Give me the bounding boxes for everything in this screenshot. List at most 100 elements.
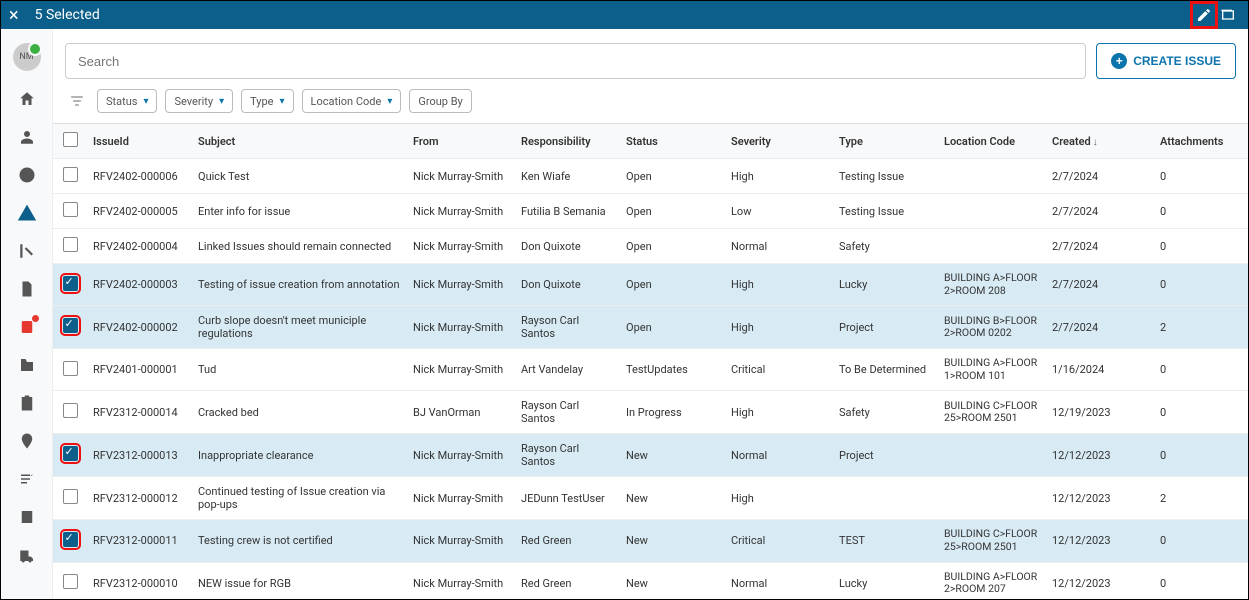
cell-from: Nick Murray-Smith — [407, 434, 515, 477]
cell-issue-id: RFV2312-000010 — [87, 562, 192, 599]
cell-subject: Enter info for issue — [192, 194, 407, 229]
ruler-icon[interactable] — [17, 241, 37, 261]
row-checkbox[interactable] — [63, 532, 78, 547]
column-header-from[interactable]: From — [407, 124, 515, 159]
close-icon[interactable]: × — [9, 5, 19, 26]
table-row[interactable]: RFV2402-000004Linked Issues should remai… — [53, 229, 1248, 264]
cell-issue-id: RFV2402-000002 — [87, 306, 192, 349]
library-icon[interactable] — [1216, 3, 1240, 27]
cell-type: Testing Issue — [833, 194, 938, 229]
cell-responsibility: Don Quixote — [515, 264, 620, 306]
column-header-created[interactable]: Created↓ — [1046, 124, 1154, 159]
table-row[interactable]: RFV2312-000010NEW issue for RGBNick Murr… — [53, 562, 1248, 599]
location-icon[interactable] — [17, 431, 37, 451]
issues-table: IssueIdSubjectFromResponsibilityStatusSe… — [53, 124, 1248, 599]
cell-type: Testing Issue — [833, 159, 938, 194]
cell-type: Lucky — [833, 264, 938, 306]
cell-location-code: BUILDING B>FLOOR 2>ROOM 0202 — [938, 306, 1046, 349]
cell-created: 2/7/2024 — [1046, 194, 1154, 229]
column-header-status[interactable]: Status — [620, 124, 725, 159]
new-doc-icon[interactable] — [17, 317, 37, 337]
cell-severity: High — [725, 391, 833, 434]
cell-type: Lucky — [833, 562, 938, 599]
alert-icon[interactable] — [17, 203, 37, 223]
sidebar: NM — [1, 29, 53, 599]
filter-chip-group-by[interactable]: Group By — [409, 89, 471, 113]
cell-created: 12/12/2023 — [1046, 520, 1154, 562]
row-checkbox[interactable] — [63, 276, 78, 291]
row-checkbox[interactable] — [63, 446, 78, 461]
filter-chip-severity[interactable]: Severity▾ — [165, 89, 233, 113]
truck-icon[interactable] — [17, 545, 37, 565]
checklist-icon[interactable] — [17, 469, 37, 489]
table-row[interactable]: RFV2312-000012Continued testing of Issue… — [53, 477, 1248, 520]
clipboard-icon[interactable] — [17, 393, 37, 413]
cell-subject: Continued testing of Issue creation via … — [192, 477, 407, 520]
row-checkbox[interactable] — [63, 202, 78, 217]
chevron-down-icon: ▾ — [143, 96, 148, 107]
table-row[interactable]: RFV2402-000003Testing of issue creation … — [53, 264, 1248, 306]
cell-type: Project — [833, 306, 938, 349]
table-row[interactable]: RFV2402-000002Curb slope doesn't meet mu… — [53, 306, 1248, 349]
cell-created: 12/19/2023 — [1046, 391, 1154, 434]
search-input[interactable] — [65, 43, 1086, 79]
folder-icon[interactable] — [17, 355, 37, 375]
filter-chip-location-code[interactable]: Location Code▾ — [302, 89, 402, 113]
filter-icon[interactable] — [65, 93, 89, 109]
cell-severity: Critical — [725, 520, 833, 562]
column-header-issueid[interactable]: IssueId — [87, 124, 192, 159]
cell-responsibility: Art Vandelay — [515, 349, 620, 391]
create-issue-button[interactable]: + CREATE ISSUE — [1096, 43, 1236, 79]
cell-severity: High — [725, 264, 833, 306]
select-all-checkbox[interactable] — [63, 132, 78, 147]
table-row[interactable]: RFV2401-000001TudNick Murray-SmithArt Va… — [53, 349, 1248, 391]
cell-issue-id: RFV2402-000006 — [87, 159, 192, 194]
cell-location-code: BUILDING C>FLOOR 25>ROOM 2501 — [938, 520, 1046, 562]
cell-created: 2/7/2024 — [1046, 229, 1154, 264]
cell-status: TestUpdates — [620, 349, 725, 391]
cell-type: Safety — [833, 229, 938, 264]
cell-severity: High — [725, 159, 833, 194]
cell-issue-id: RFV2402-000003 — [87, 264, 192, 306]
cell-type — [833, 477, 938, 520]
cell-created: 2/7/2024 — [1046, 264, 1154, 306]
cell-subject: Tud — [192, 349, 407, 391]
row-checkbox[interactable] — [63, 167, 78, 182]
article-icon[interactable] — [17, 507, 37, 527]
column-header-type[interactable]: Type — [833, 124, 938, 159]
row-checkbox[interactable] — [63, 237, 78, 252]
filter-chip-type[interactable]: Type▾ — [241, 89, 293, 113]
cell-subject: Linked Issues should remain connected — [192, 229, 407, 264]
cell-from: Nick Murray-Smith — [407, 562, 515, 599]
page-title: 5 Selected — [35, 7, 100, 23]
column-header-location-code[interactable]: Location Code — [938, 124, 1046, 159]
info-icon[interactable] — [17, 165, 37, 185]
table-row[interactable]: RFV2312-000014Cracked bedBJ VanOrmanRays… — [53, 391, 1248, 434]
table-row[interactable]: RFV2402-000005Enter info for issueNick M… — [53, 194, 1248, 229]
table-row[interactable]: RFV2402-000006Quick TestNick Murray-Smit… — [53, 159, 1248, 194]
row-checkbox[interactable] — [63, 318, 78, 333]
cell-subject: Quick Test — [192, 159, 407, 194]
cell-responsibility: Red Green — [515, 520, 620, 562]
cell-subject: Curb slope doesn't meet municiple regula… — [192, 306, 407, 349]
column-header-responsibility[interactable]: Responsibility — [515, 124, 620, 159]
avatar[interactable]: NM — [13, 43, 41, 71]
cell-responsibility: Don Quixote — [515, 229, 620, 264]
person-icon[interactable] — [17, 127, 37, 147]
cell-location-code: BUILDING C>FLOOR 25>ROOM 2501 — [938, 391, 1046, 434]
table-row[interactable]: RFV2312-000011Testing crew is not certif… — [53, 520, 1248, 562]
cell-status: Open — [620, 229, 725, 264]
column-header-subject[interactable]: Subject — [192, 124, 407, 159]
row-checkbox[interactable] — [63, 403, 78, 418]
edit-icon[interactable] — [1192, 3, 1216, 27]
row-checkbox[interactable] — [63, 574, 78, 589]
table-row[interactable]: RFV2312-000013Inappropriate clearanceNic… — [53, 434, 1248, 477]
home-icon[interactable] — [17, 89, 37, 109]
filter-chip-status[interactable]: Status▾ — [97, 89, 157, 113]
column-header-attachments[interactable]: Attachments — [1154, 124, 1248, 159]
row-checkbox[interactable] — [63, 361, 78, 376]
plus-icon: + — [1111, 53, 1127, 69]
column-header-severity[interactable]: Severity — [725, 124, 833, 159]
row-checkbox[interactable] — [63, 489, 78, 504]
document-icon[interactable] — [17, 279, 37, 299]
